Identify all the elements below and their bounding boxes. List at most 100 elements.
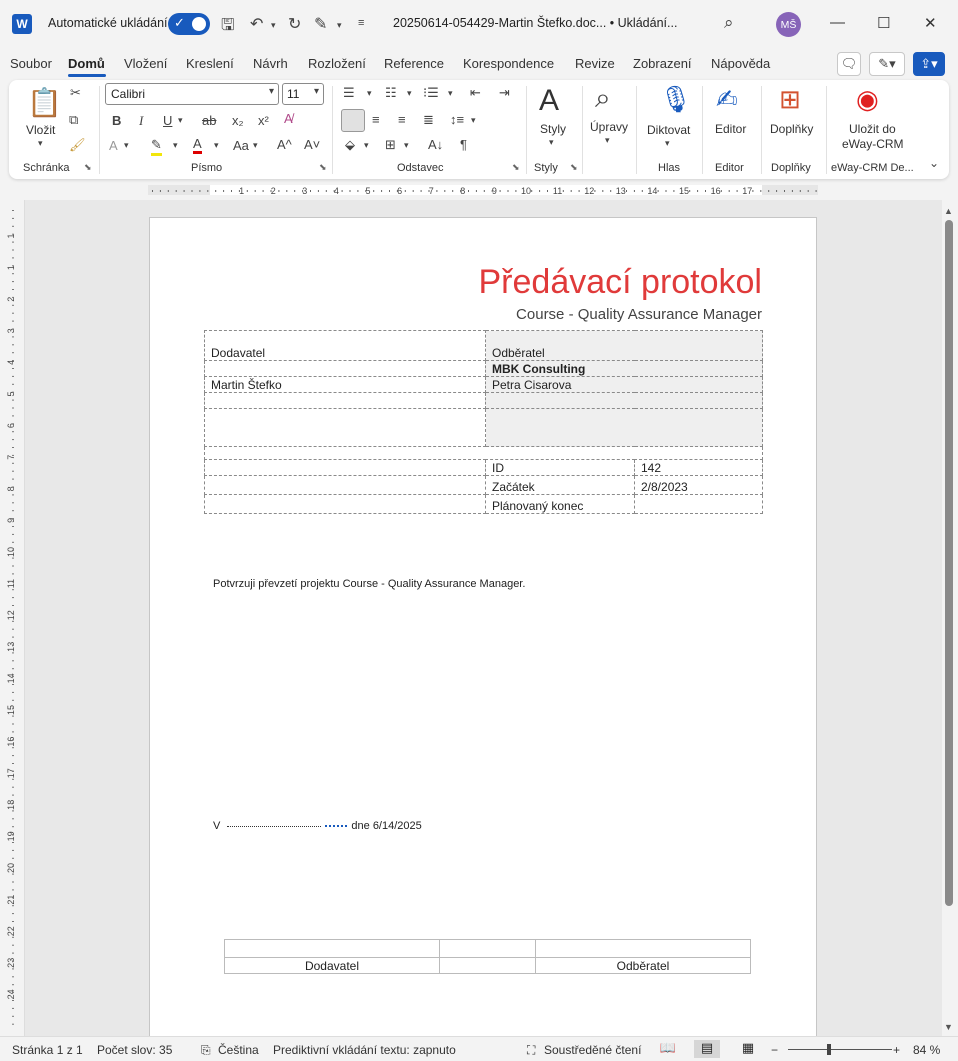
- word-count[interactable]: Počet slov: 35: [97, 1043, 172, 1057]
- subscript-icon[interactable]: x₂: [232, 113, 244, 128]
- decrease-indent-icon[interactable]: ⇤: [470, 85, 481, 101]
- editing-mode-button[interactable]: ✎▾: [869, 52, 905, 76]
- table-cell[interactable]: [224, 939, 440, 958]
- tab-review[interactable]: Revize: [575, 56, 615, 71]
- save-icon[interactable]: 🖫: [221, 14, 235, 41]
- styles-dropdown-icon[interactable]: ▾: [549, 137, 554, 148]
- zoom-slider-thumb[interactable]: [827, 1044, 831, 1055]
- document-canvas[interactable]: Předávací protokol Course - Quality Assu…: [25, 200, 942, 1036]
- zoom-out-icon[interactable]: −: [771, 1043, 778, 1057]
- dictate-label[interactable]: Diktovat: [647, 123, 690, 137]
- focus-mode-label[interactable]: Soustředěné čtení: [544, 1043, 641, 1057]
- multilevel-list-icon[interactable]: ⁝☰: [423, 85, 439, 101]
- paste-dropdown-icon[interactable]: ▾: [38, 138, 43, 149]
- id-value-cell[interactable]: 142: [634, 459, 763, 476]
- print-layout-icon[interactable]: ▤: [694, 1040, 720, 1058]
- customer-label-cell[interactable]: Odběratel: [485, 330, 763, 361]
- sign-supplier-cell[interactable]: Dodavatel: [224, 957, 440, 974]
- bullets-dropdown-icon[interactable]: ▾: [367, 88, 372, 99]
- numbering-icon[interactable]: ☷: [385, 85, 397, 101]
- start-label-cell[interactable]: Začátek: [485, 475, 635, 495]
- table-cell[interactable]: [204, 459, 486, 476]
- id-label-cell[interactable]: ID: [485, 459, 635, 476]
- styles-launcher-icon[interactable]: ⬊: [570, 162, 578, 173]
- close-icon[interactable]: ✕: [924, 14, 937, 32]
- italic-icon[interactable]: I: [139, 113, 143, 129]
- bullets-icon[interactable]: ☰: [343, 85, 355, 101]
- search-icon[interactable]: ⌕: [724, 13, 734, 33]
- tab-design[interactable]: Návrh: [253, 56, 288, 71]
- borders-dropdown-icon[interactable]: ▾: [404, 140, 409, 151]
- text-effects-dropdown-icon[interactable]: ▾: [124, 140, 129, 151]
- tab-view[interactable]: Zobrazení: [633, 56, 692, 71]
- table-cell[interactable]: [204, 446, 763, 460]
- planned-end-value-cell[interactable]: [634, 494, 763, 514]
- eway-crm-icon[interactable]: ◉: [856, 84, 879, 115]
- customer-person-cell[interactable]: Petra Cisarova: [485, 376, 763, 393]
- editing-dropdown-icon[interactable]: ▾: [605, 135, 610, 146]
- redo-icon[interactable]: ↻: [288, 14, 301, 34]
- cut-icon[interactable]: ✂: [70, 85, 81, 101]
- paste-icon[interactable]: 📋: [27, 86, 62, 119]
- maximize-icon[interactable]: ☐: [877, 14, 890, 32]
- sort-icon[interactable]: A↓: [428, 137, 443, 152]
- table-cell[interactable]: [204, 392, 486, 409]
- styles-label[interactable]: Styly: [540, 122, 566, 136]
- table-cell[interactable]: [204, 494, 486, 514]
- underline-dropdown-icon[interactable]: ▾: [178, 115, 183, 126]
- scroll-down-icon[interactable]: ▼: [944, 1022, 953, 1032]
- eway-save-label-1[interactable]: Uložit do: [849, 122, 896, 136]
- place-dotted-field[interactable]: [227, 826, 322, 827]
- zoom-level[interactable]: 84 %: [913, 1043, 940, 1057]
- focus-icon[interactable]: ⛶: [527, 1043, 535, 1058]
- shading-dropdown-icon[interactable]: ▾: [364, 140, 369, 151]
- show-formatting-icon[interactable]: ¶: [460, 137, 467, 152]
- increase-indent-icon[interactable]: ⇥: [499, 85, 510, 101]
- vertical-scrollbar[interactable]: ▲ ▼: [942, 200, 958, 1036]
- microphone-icon[interactable]: 🎙: [659, 84, 692, 115]
- customer-company-cell[interactable]: MBK Consulting: [485, 360, 763, 377]
- table-cell[interactable]: [204, 475, 486, 495]
- styles-icon[interactable]: A: [539, 84, 559, 118]
- minimize-icon[interactable]: —: [830, 14, 845, 31]
- editor-icon[interactable]: ✍: [716, 84, 738, 115]
- place-field-marker[interactable]: [325, 825, 348, 827]
- read-mode-icon[interactable]: 📖: [655, 1040, 681, 1058]
- addins-icon[interactable]: ⊞: [779, 84, 801, 115]
- paste-label[interactable]: Vložit: [26, 123, 55, 137]
- tab-references[interactable]: Reference: [384, 56, 444, 71]
- line-spacing-icon[interactable]: ↕≡: [450, 112, 464, 127]
- start-value-cell[interactable]: 2/8/2023: [634, 475, 763, 495]
- clear-formatting-icon[interactable]: A̸: [284, 111, 293, 126]
- align-right-icon[interactable]: ≡: [398, 112, 406, 127]
- tab-help[interactable]: Nápověda: [711, 56, 770, 71]
- table-cell[interactable]: [204, 360, 486, 377]
- format-painter-icon[interactable]: 🖌: [69, 137, 86, 153]
- zoom-in-icon[interactable]: +: [893, 1043, 900, 1057]
- justify-icon[interactable]: ≣: [423, 112, 434, 128]
- language-indicator[interactable]: Čeština: [218, 1043, 259, 1057]
- shrink-font-icon[interactable]: A˅: [304, 137, 320, 152]
- table-cell[interactable]: [535, 939, 751, 958]
- customize-toolbar-icon[interactable]: ≡: [358, 17, 364, 29]
- copy-icon[interactable]: ⧉: [69, 112, 78, 128]
- change-case-icon[interactable]: Aa: [233, 138, 249, 153]
- tab-file[interactable]: Soubor: [10, 56, 52, 71]
- numbering-dropdown-icon[interactable]: ▾: [407, 88, 412, 99]
- table-cell[interactable]: [204, 408, 486, 447]
- shading-icon[interactable]: ⬙: [345, 137, 355, 153]
- font-name-select[interactable]: Calibri ▾: [105, 83, 279, 105]
- multilevel-dropdown-icon[interactable]: ▾: [448, 88, 453, 99]
- undo-icon[interactable]: ↶: [250, 14, 263, 34]
- font-color-icon[interactable]: A: [193, 136, 202, 154]
- table-cell[interactable]: [485, 408, 763, 447]
- zoom-slider[interactable]: [788, 1049, 892, 1050]
- line-spacing-dropdown-icon[interactable]: ▾: [471, 115, 476, 126]
- table-cell[interactable]: [485, 392, 763, 409]
- superscript-icon[interactable]: x²: [258, 113, 269, 128]
- grow-font-icon[interactable]: A^: [277, 137, 292, 152]
- pen-dropdown-icon[interactable]: ▾: [337, 20, 342, 31]
- scrollbar-thumb[interactable]: [945, 220, 953, 906]
- autosave-toggle[interactable]: ✓: [168, 13, 210, 35]
- font-size-select[interactable]: 11 ▾: [282, 83, 324, 105]
